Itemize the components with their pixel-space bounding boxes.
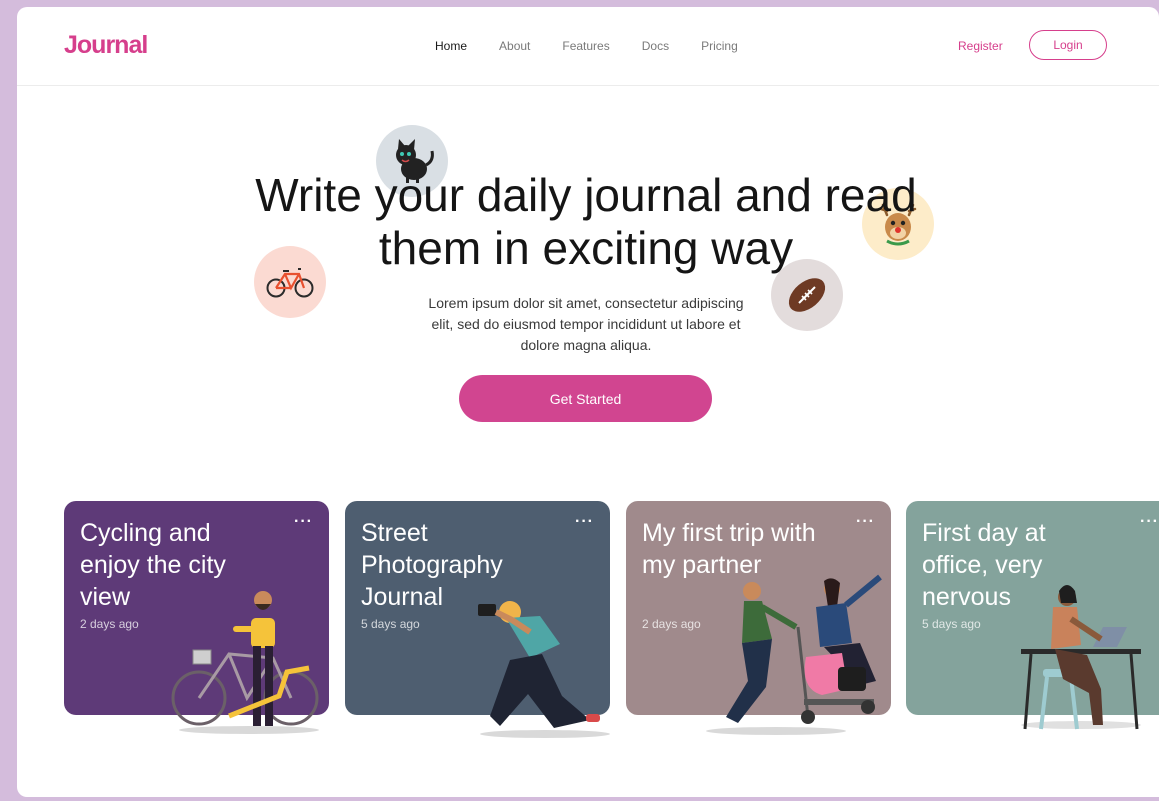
nav-about[interactable]: About <box>499 39 530 53</box>
photographer-illustration <box>478 601 610 738</box>
office-worker-illustration <box>1021 585 1141 730</box>
card-menu-button[interactable]: ··· <box>575 513 594 531</box>
card-menu-button[interactable]: ··· <box>1140 513 1159 531</box>
journal-card-trip[interactable]: My first trip with my partner 2 days ago… <box>626 501 891 735</box>
journal-card-office[interactable]: First day at office, very nervous 5 days… <box>906 501 1159 730</box>
nav-home[interactable]: Home <box>435 39 467 53</box>
journal-card-cycling[interactable]: Cycling and enjoy the city view 2 days a… <box>64 501 329 734</box>
card-timestamp: 2 days ago <box>642 617 701 631</box>
nav-pricing[interactable]: Pricing <box>701 39 738 53</box>
nav-features[interactable]: Features <box>562 39 609 53</box>
card-title: My first trip with my partner <box>642 519 816 579</box>
couple-scooter-illustration <box>706 574 882 735</box>
top-navbar: Journal Home About Features Docs Pricing… <box>17 7 1159 86</box>
hero-subtitle: Lorem ipsum dolor sit amet, consectetur … <box>428 295 744 353</box>
main-nav: Home About Features Docs Pricing <box>435 39 770 53</box>
login-button[interactable]: Login <box>1029 30 1107 60</box>
card-timestamp: 2 days ago <box>80 617 139 631</box>
card-timestamp: 5 days ago <box>922 617 981 631</box>
app-window: Journal Home About Features Docs Pricing… <box>17 7 1159 797</box>
journal-card-photography[interactable]: Street Photography Journal 5 days ago ··… <box>345 501 610 738</box>
nav-docs[interactable]: Docs <box>642 39 669 53</box>
logo[interactable]: Journal <box>64 31 148 60</box>
card-timestamp: 5 days ago <box>361 617 420 631</box>
hero-title: Write your daily journal and read them i… <box>255 169 917 274</box>
get-started-button[interactable]: Get Started <box>459 375 712 422</box>
cyclist-illustration <box>171 591 319 734</box>
register-link[interactable]: Register <box>958 39 1003 53</box>
card-menu-button[interactable]: ··· <box>856 513 875 531</box>
card-menu-button[interactable]: ··· <box>294 513 313 531</box>
